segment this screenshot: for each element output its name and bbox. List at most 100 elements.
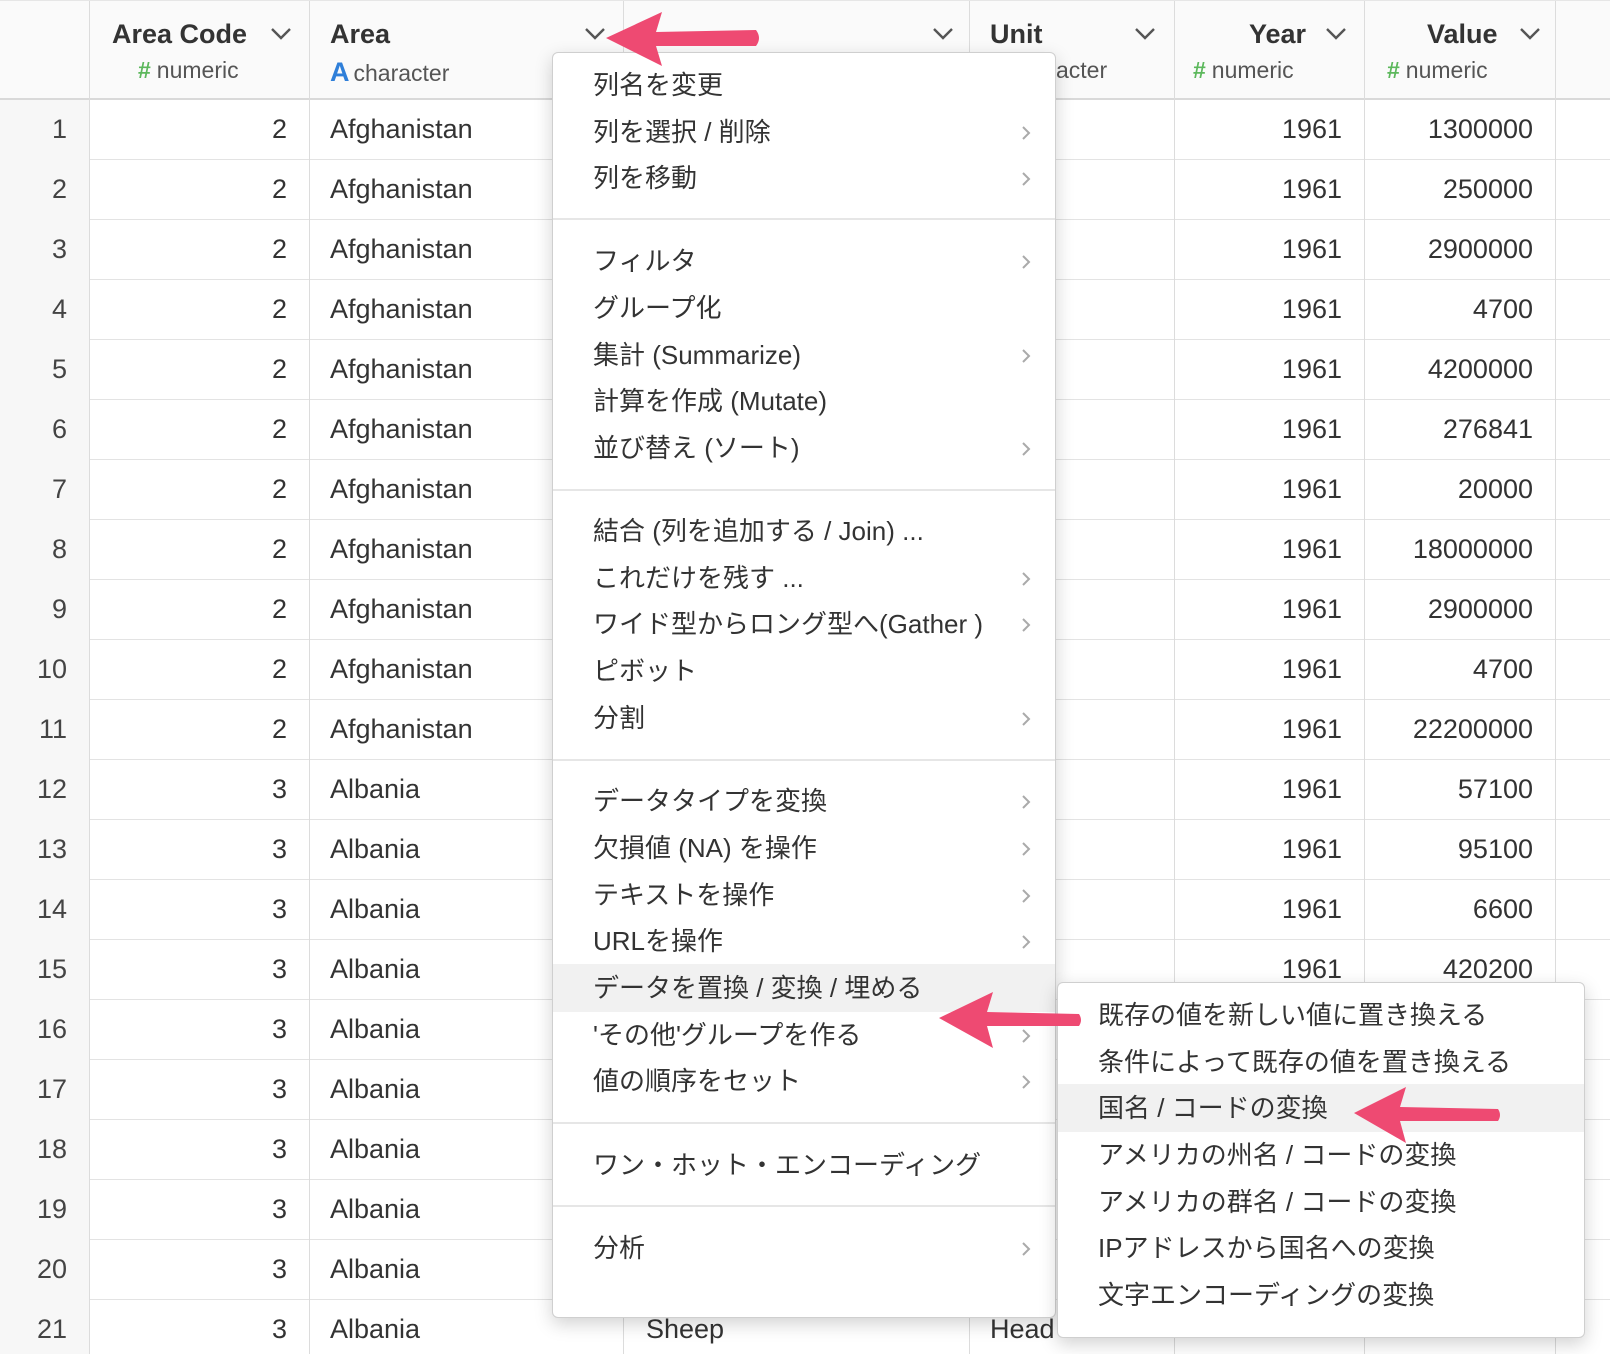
- menu-item[interactable]: 値の順序をセット: [553, 1057, 1055, 1105]
- column-type: acter: [1056, 57, 1108, 83]
- submenu-item[interactable]: アメリカの州名 / コードの変換: [1058, 1131, 1584, 1179]
- year-cell: 1961: [1175, 580, 1365, 640]
- submenu-item[interactable]: 文字エンコーディングの変換: [1058, 1271, 1584, 1319]
- chevron-right-icon: [1022, 795, 1031, 809]
- menu-item[interactable]: 集計 (Summarize): [553, 331, 1055, 379]
- submenu-item[interactable]: 国名 / コードの変換: [1058, 1084, 1584, 1132]
- chevron-down-icon[interactable]: [268, 23, 294, 43]
- chevron-down-icon[interactable]: [930, 23, 956, 43]
- value-cell: 57100: [1365, 760, 1556, 820]
- menu-item-label: ワイド型からロング型へ(Gather ): [593, 609, 984, 639]
- area-code-cell: 3: [90, 1180, 310, 1240]
- submenu-item-label: 国名 / コードの変換: [1098, 1093, 1328, 1123]
- area-code-cell: 2: [90, 160, 310, 220]
- value-cell: 20000: [1365, 460, 1556, 520]
- menu-item-label: 列名を変更: [593, 70, 724, 100]
- column-name: Area Code: [112, 19, 248, 49]
- menu-item[interactable]: ワン・ホット・エンコーディング: [553, 1141, 1055, 1189]
- column-type-label: character: [353, 60, 450, 86]
- area-code-cell: 3: [90, 880, 310, 940]
- chevron-down-icon[interactable]: [1517, 23, 1543, 43]
- character-type-icon: A: [330, 57, 350, 87]
- replace-convert-submenu[interactable]: 既存の値を新しい値に置き換える 条件によって既存の値を置き換える 国名 / コードの…: [1057, 982, 1585, 1338]
- submenu-item-label: IPアドレスから国名への変換: [1098, 1233, 1435, 1263]
- year-cell: 1961: [1175, 220, 1365, 280]
- area-code-cell: 2: [90, 640, 310, 700]
- row-number: 2: [0, 160, 90, 220]
- area-code-cell: 3: [90, 1300, 310, 1354]
- menu-item[interactable]: 分析: [553, 1224, 1055, 1272]
- header-cell-value[interactable]: Value # numeric: [1365, 1, 1556, 101]
- submenu-item-label: 文字エンコーディングの変換: [1098, 1280, 1435, 1310]
- menu-item-label: 列を移動: [593, 163, 698, 193]
- submenu-item-label: 既存の値を新しい値に置き換える: [1098, 1000, 1488, 1030]
- area-code-cell: 2: [90, 220, 310, 280]
- chevron-right-icon: [1022, 935, 1031, 949]
- menu-item[interactable]: グループ化: [553, 284, 1055, 332]
- year-cell: 1961: [1175, 520, 1365, 580]
- chevron-down-icon[interactable]: [1323, 23, 1349, 43]
- area-code-cell: 3: [90, 1000, 310, 1060]
- menu-item[interactable]: これだけを残す ...: [553, 554, 1055, 602]
- submenu-item-label: 条件によって既存の値を置き換える: [1098, 1047, 1512, 1077]
- row-number: 15: [0, 940, 90, 1000]
- year-cell: 1961: [1175, 160, 1365, 220]
- menu-item[interactable]: データタイプを変換: [553, 777, 1055, 825]
- annotation-arrow-icon: [939, 992, 1081, 1048]
- menu-item[interactable]: 列を選択 / 削除: [553, 108, 1055, 156]
- chevron-right-icon: [1022, 572, 1031, 586]
- submenu-item[interactable]: 条件によって既存の値を置き換える: [1058, 1038, 1584, 1086]
- chevron-right-icon: [1022, 889, 1031, 903]
- menu-item[interactable]: URLを操作: [553, 917, 1055, 965]
- chevron-down-icon[interactable]: [1132, 23, 1158, 43]
- area-code-cell: 3: [90, 820, 310, 880]
- value-cell: 18000000: [1365, 520, 1556, 580]
- menu-item[interactable]: テキストを操作: [553, 871, 1055, 919]
- area-code-cell: 2: [90, 400, 310, 460]
- submenu-item[interactable]: アメリカの群名 / コードの変換: [1058, 1178, 1584, 1226]
- column-type-label: numeric: [156, 57, 239, 83]
- chevron-right-icon: [1022, 126, 1031, 140]
- menu-item[interactable]: ピボット: [553, 647, 1055, 695]
- menu-item[interactable]: 分割: [553, 694, 1055, 742]
- submenu-item[interactable]: 既存の値を新しい値に置き換える: [1058, 991, 1584, 1039]
- area-code-cell: 3: [90, 760, 310, 820]
- submenu-item[interactable]: IPアドレスから国名への変換: [1058, 1224, 1584, 1272]
- menu-item-label: ワン・ホット・エンコーディング: [593, 1150, 982, 1180]
- row-number: 4: [0, 280, 90, 340]
- menu-item[interactable]: 結合 (列を追加する / Join) ...: [553, 507, 1055, 555]
- chevron-right-icon: [1022, 442, 1031, 456]
- column-type: # numeric: [1193, 57, 1294, 84]
- value-cell: 6600: [1365, 880, 1556, 940]
- row-number: 5: [0, 340, 90, 400]
- column-context-menu[interactable]: 列名を変更列を選択 / 削除 列を移動フィルタ グループ化 集計 (Summarize…: [552, 52, 1056, 1318]
- header-cell-area-code[interactable]: Area Code # numeric: [90, 1, 310, 101]
- year-cell: 1961: [1175, 880, 1365, 940]
- menu-separator: [553, 1122, 1055, 1124]
- area-code-cell: 3: [90, 1240, 310, 1300]
- area-code-cell: 2: [90, 700, 310, 760]
- menu-item[interactable]: フィルタ: [553, 237, 1055, 285]
- menu-item[interactable]: 計算を作成 (Mutate): [553, 377, 1055, 425]
- annotation-arrow-icon: [606, 12, 759, 66]
- column-name: Value: [1427, 19, 1498, 49]
- menu-item[interactable]: 欠損値 (NA) を操作: [553, 824, 1055, 872]
- chevron-right-icon: [1022, 349, 1031, 363]
- menu-item[interactable]: 並び替え (ソート): [553, 424, 1055, 472]
- column-name: Area: [330, 19, 391, 49]
- chevron-right-icon: [1022, 255, 1031, 269]
- chevron-right-icon: [1022, 712, 1031, 726]
- area-code-cell: 3: [90, 940, 310, 1000]
- menu-item[interactable]: 列を移動: [553, 154, 1055, 202]
- chevron-right-icon: [1022, 1242, 1031, 1256]
- chevron-right-icon: [1022, 172, 1031, 186]
- row-number: 14: [0, 880, 90, 940]
- header-cell-year[interactable]: Year # numeric: [1175, 1, 1365, 101]
- area-code-cell: 2: [90, 100, 310, 160]
- row-number: 1: [0, 100, 90, 160]
- value-cell: 22200000: [1365, 700, 1556, 760]
- menu-item-label: 列を選択 / 削除: [593, 117, 771, 147]
- menu-item[interactable]: ワイド型からロング型へ(Gather ): [553, 600, 1055, 648]
- menu-separator: [553, 759, 1055, 761]
- column-type-label: numeric: [1211, 57, 1294, 83]
